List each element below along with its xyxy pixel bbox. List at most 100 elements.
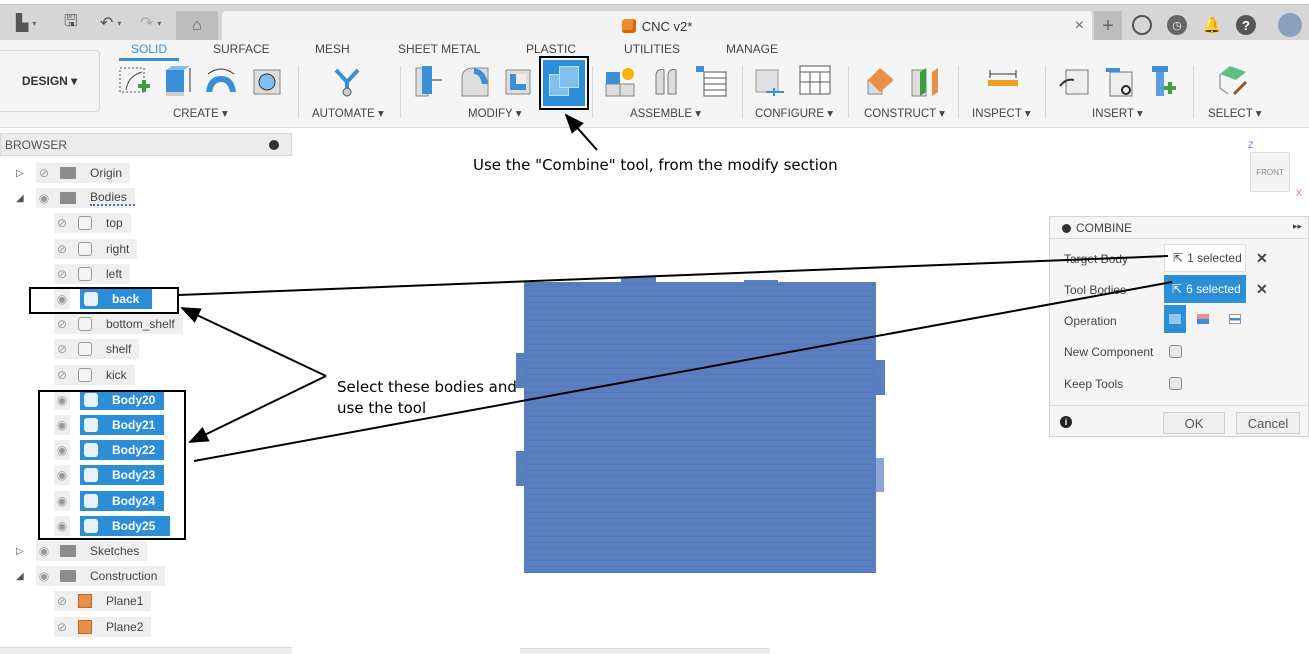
configuration-table-icon[interactable] [798, 64, 832, 98]
document-tab[interactable]: CNC v2* × [222, 11, 1092, 41]
configure-icon[interactable] [752, 64, 786, 98]
assemble-menu[interactable]: ASSEMBLE ▾ [630, 106, 701, 120]
expand-icon[interactable]: ▷ [16, 546, 24, 557]
automate-menu[interactable]: AUTOMATE ▾ [312, 106, 384, 120]
create-menu[interactable]: CREATE ▾ [173, 106, 228, 120]
tab-sheet-metal[interactable]: SHEET METAL [398, 42, 480, 56]
clear-target-button[interactable]: ✕ [1256, 250, 1268, 267]
file-menu-button[interactable]: ▙ ▾ [16, 11, 36, 35]
ok-button[interactable]: OK [1163, 412, 1225, 434]
browser-item-bottom_shelf[interactable]: ⊘ bottom_shelf [0, 314, 292, 334]
collapse-dialog-icon[interactable] [1062, 224, 1071, 233]
modify-menu[interactable]: MODIFY ▾ [468, 106, 521, 120]
tab-manage[interactable]: MANAGE [726, 42, 778, 56]
browser-item-shelf[interactable]: ⊘ shelf [0, 339, 292, 359]
eye-hidden-icon[interactable]: ⊘ [54, 317, 70, 331]
insert-menu[interactable]: INSERT ▾ [1092, 106, 1143, 120]
midplane-icon[interactable] [908, 64, 942, 98]
tab-plastic[interactable]: PLASTIC [526, 42, 576, 56]
job-status-icon[interactable]: ◷ [1167, 15, 1187, 35]
measure-icon[interactable] [986, 64, 1020, 98]
extensions-icon[interactable] [1132, 15, 1152, 35]
combine-dialog-title: COMBINE [1076, 221, 1133, 235]
hole-icon[interactable] [250, 64, 284, 98]
eye-hidden-icon[interactable]: ⊘ [54, 216, 70, 230]
viewcube[interactable]: FRONT [1250, 152, 1290, 192]
browser-item-plane2[interactable]: ⊘ Plane2 [0, 617, 292, 637]
tab-solid[interactable]: SOLID [131, 42, 167, 56]
clear-tool-bodies-button[interactable]: ✕ [1256, 281, 1268, 298]
eye-hidden-icon[interactable]: ⊘ [54, 342, 70, 356]
browser-item-top[interactable]: ⊘ top [0, 213, 292, 233]
tab-mesh[interactable]: MESH [315, 42, 350, 56]
eye-hidden-icon[interactable]: ⊘ [54, 267, 70, 281]
eye-hidden-icon[interactable]: ⊘ [54, 368, 70, 382]
joint-icon[interactable] [650, 64, 684, 98]
browser-item-bodies[interactable]: ◢ ◉ Bodies [0, 188, 292, 208]
model-back-panel[interactable] [524, 282, 876, 573]
extrude-icon[interactable] [160, 64, 194, 98]
press-pull-icon[interactable] [412, 64, 446, 98]
expand-icon[interactable]: ▷ [16, 168, 24, 179]
join-icon [1169, 314, 1181, 324]
workspace-switcher-button[interactable]: DESIGN ▾ [0, 50, 100, 112]
select-paint-icon[interactable] [1216, 64, 1250, 98]
browser-item-construction[interactable]: ◢ ◉ Construction [0, 566, 292, 586]
construct-menu[interactable]: CONSTRUCT ▾ [864, 106, 945, 120]
collapse-icon[interactable]: ◢ [16, 571, 24, 582]
browser-item-plane1[interactable]: ⊘ Plane1 [0, 591, 292, 611]
save-button[interactable]: 🖫 [64, 11, 78, 35]
eye-icon[interactable]: ◉ [36, 544, 52, 558]
fillet-icon[interactable] [458, 64, 492, 98]
home-button[interactable]: ⌂ [176, 11, 218, 41]
model-tab [876, 360, 885, 395]
browser-item-origin[interactable]: ▷ ⊘ Origin [0, 163, 292, 183]
new-component-icon[interactable] [604, 64, 638, 98]
target-body-value: 1 selected [1187, 251, 1242, 265]
insert-mcmaster-icon[interactable] [1146, 64, 1180, 98]
automate-icon[interactable] [330, 64, 364, 98]
inspect-menu[interactable]: INSPECT ▾ [972, 106, 1031, 120]
cancel-button[interactable]: Cancel [1236, 412, 1300, 434]
eye-hidden-icon[interactable]: ⊘ [54, 242, 70, 256]
operation-intersect-button[interactable] [1224, 305, 1246, 333]
help-icon[interactable]: ? [1236, 15, 1256, 35]
keep-tools-checkbox[interactable] [1169, 377, 1182, 390]
offset-plane-icon[interactable] [864, 64, 898, 98]
expand-dialog-icon[interactable]: ▸▸ [1293, 221, 1302, 232]
operation-cut-button[interactable] [1192, 305, 1214, 333]
browser-item-kick[interactable]: ⊘ kick [0, 365, 292, 385]
new-tab-button[interactable]: + [1094, 11, 1122, 41]
redo-button[interactable]: ↷ ▾ [140, 11, 161, 35]
select-menu[interactable]: SELECT ▾ [1208, 106, 1262, 120]
notifications-icon[interactable]: 🔔 [1202, 15, 1222, 35]
eye-icon[interactable]: ◉ [36, 191, 52, 205]
close-tab-icon[interactable]: × [1075, 17, 1084, 35]
target-body-selector[interactable]: ⇱ 1 selected [1164, 244, 1246, 272]
tab-utilities[interactable]: UTILITIES [624, 42, 680, 56]
revolve-icon[interactable] [204, 64, 238, 98]
tool-bodies-selector[interactable]: ⇱ 6 selected [1164, 275, 1246, 303]
operation-join-button[interactable] [1164, 305, 1186, 333]
undo-button[interactable]: ↶ ▾ [100, 11, 121, 35]
insert-derive-icon[interactable] [1058, 64, 1092, 98]
user-avatar-icon[interactable] [1278, 13, 1302, 37]
eye-hidden-icon[interactable]: ⊘ [54, 594, 70, 608]
eye-hidden-icon[interactable]: ⊘ [54, 620, 70, 634]
browser-item-right[interactable]: ⊘ right [0, 239, 292, 259]
collapse-icon[interactable]: ◢ [16, 193, 24, 204]
new-component-checkbox[interactable] [1169, 345, 1182, 358]
browser-item-left[interactable]: ⊘ left [0, 264, 292, 284]
info-icon[interactable]: i [1060, 416, 1072, 428]
browser-item-sketches[interactable]: ▷ ◉ Sketches [0, 541, 292, 561]
create-sketch-icon[interactable] [118, 64, 152, 98]
eye-icon[interactable]: ◉ [36, 569, 52, 583]
separator [742, 66, 743, 118]
bill-of-materials-icon[interactable] [694, 64, 728, 98]
collapse-browser-icon[interactable] [269, 140, 279, 150]
tab-surface[interactable]: SURFACE [213, 42, 270, 56]
configure-menu[interactable]: CONFIGURE ▾ [755, 106, 833, 120]
eye-hidden-icon[interactable]: ⊘ [36, 166, 52, 180]
shell-icon[interactable] [502, 64, 536, 98]
insert-linked-icon[interactable] [1102, 64, 1136, 98]
